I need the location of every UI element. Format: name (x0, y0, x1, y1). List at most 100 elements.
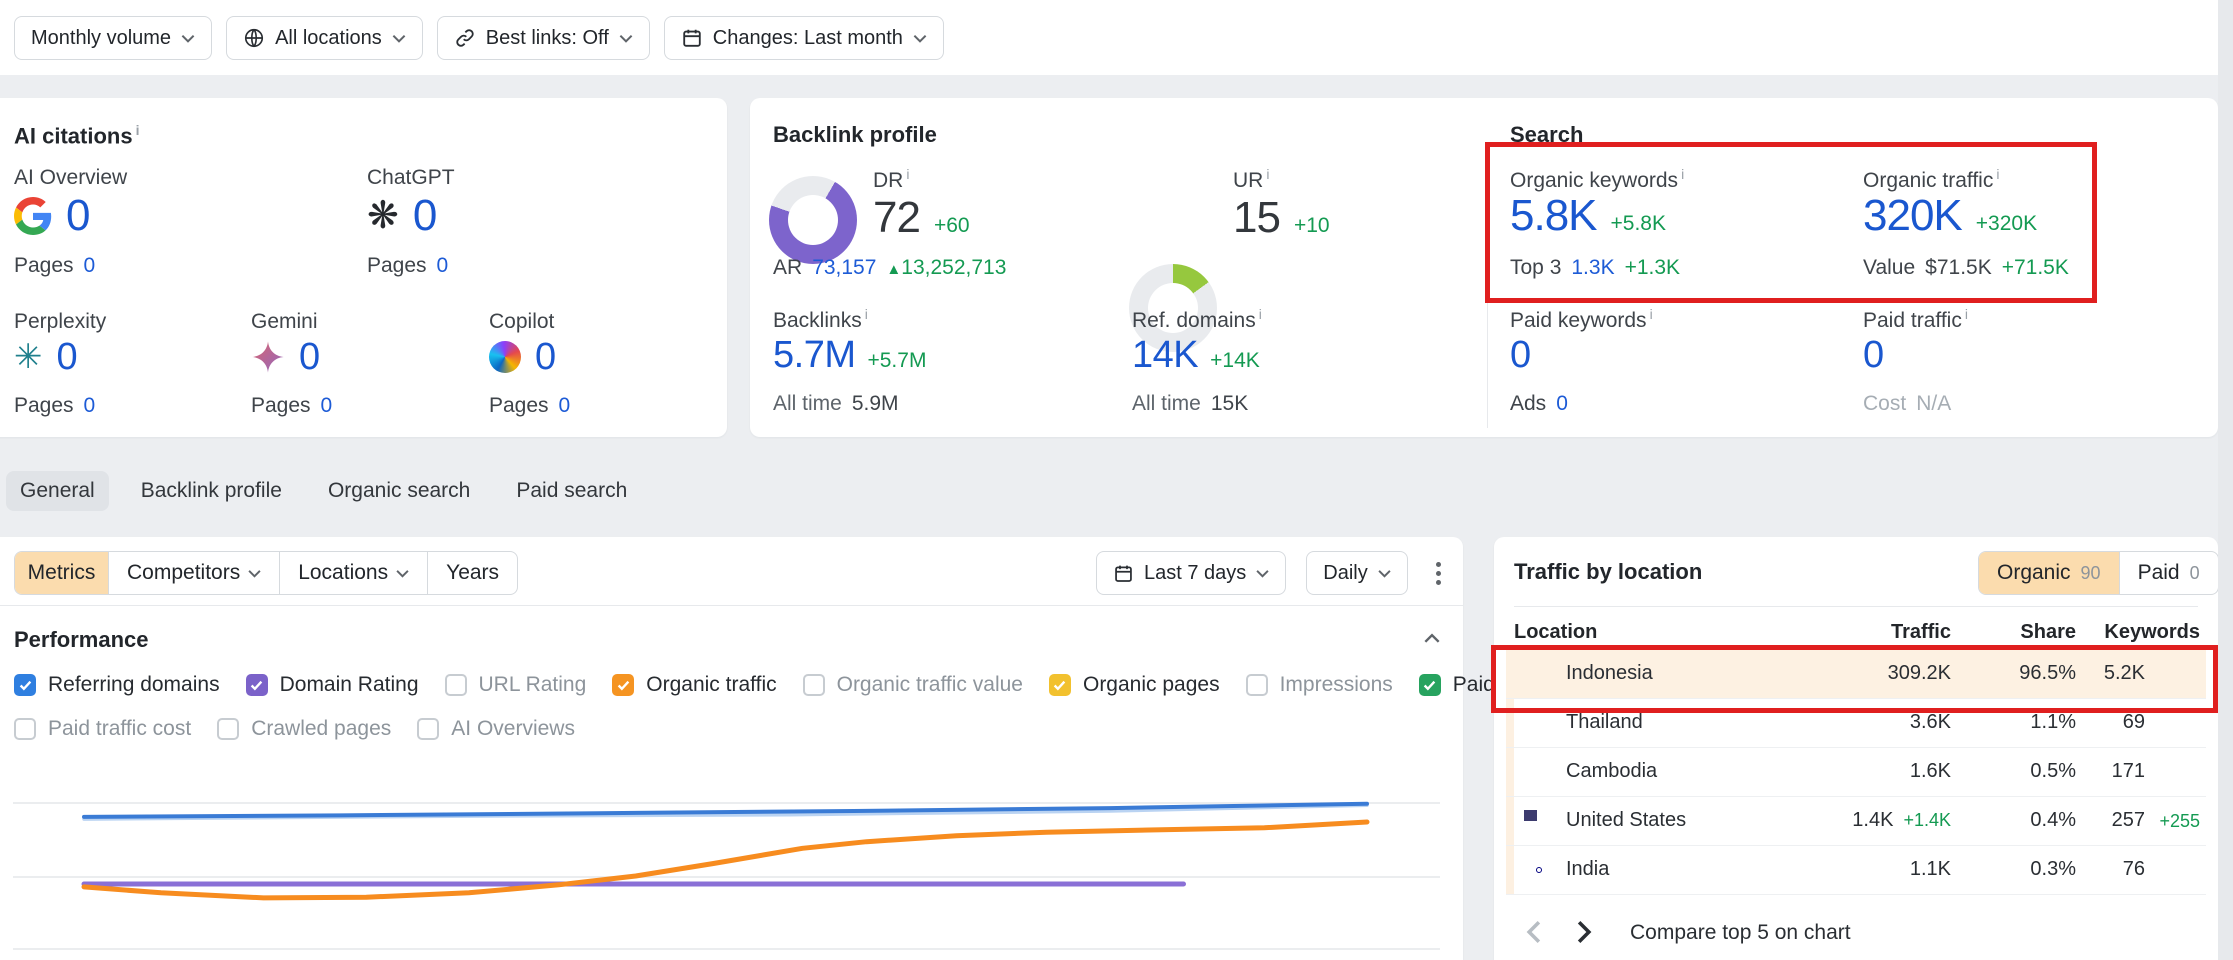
granularity-label: Daily (1323, 562, 1367, 585)
chatgpt-value[interactable]: 0 (413, 194, 436, 238)
ai-overview-pages-value[interactable]: 0 (84, 254, 96, 278)
ref-domains-value[interactable]: 14K (1132, 336, 1198, 374)
pagination-next-chevron-right-icon[interactable] (1574, 919, 1594, 945)
toggle-organic[interactable]: Organic90 (1979, 552, 2120, 594)
organic-traffic-value[interactable]: 320K (1863, 194, 1962, 238)
calendar-icon (681, 27, 703, 49)
ar-label: AR (773, 256, 802, 280)
chevron-down-icon (619, 34, 633, 43)
cost-value: N/A (1916, 392, 1951, 416)
keywords-delta: +255 (2149, 811, 2200, 832)
pages-label: Pages (489, 394, 549, 418)
checkbox-unchecked-icon (1246, 674, 1268, 696)
location-row-united-states[interactable]: United States 1.4K +1.4K 0.4% 257 +255 (1506, 796, 2206, 846)
date-range-dropdown[interactable]: Last 7 days (1096, 551, 1286, 595)
top3-label: Top 3 (1510, 256, 1561, 280)
keywords-cell[interactable]: 257 (2034, 809, 2145, 832)
info-icon[interactable]: i (136, 122, 140, 138)
location-row-thailand[interactable]: Thailand 3.6K 1.1% 69 (1506, 698, 2206, 748)
metric-checkbox-organic-traffic[interactable]: Organic traffic (612, 673, 776, 697)
chatgpt-pages-value[interactable]: 0 (437, 254, 449, 278)
location-row-cambodia[interactable]: Cambodia 1.6K 0.5% 171 (1506, 747, 2206, 797)
traffic-by-location-panel: Traffic by location Organic90 Paid0 Loca… (1494, 537, 2218, 960)
best-links-label: Best links: Off (486, 27, 609, 50)
location-row-india[interactable]: India 1.1K 0.3% 76 (1506, 845, 2206, 895)
info-icon[interactable]: i (906, 166, 909, 182)
best-links-dropdown[interactable]: Best links: Off (437, 16, 650, 60)
info-icon[interactable]: i (1681, 166, 1684, 182)
view-tab-metrics[interactable]: Metrics (15, 552, 109, 594)
checkbox-unchecked-icon (445, 674, 467, 696)
metric-checkbox-crawled-pages[interactable]: Crawled pages (217, 717, 391, 741)
column-header-share[interactable]: Share (1964, 621, 2076, 644)
paid-traffic-value[interactable]: 0 (1863, 336, 1884, 374)
view-tab-competitors[interactable]: Competitors (109, 552, 280, 594)
tab-organic-search[interactable]: Organic search (314, 471, 484, 511)
paid-keywords-value[interactable]: 0 (1510, 336, 1531, 374)
info-icon[interactable]: i (1965, 306, 1968, 322)
chevron-down-icon (396, 569, 409, 578)
info-icon[interactable]: i (865, 306, 868, 322)
ar-delta: ▲13,252,713 (886, 256, 1006, 280)
location-row-indonesia[interactable]: Indonesia 309.2K 96.5% 5.2K (1506, 649, 2206, 699)
locations-dropdown[interactable]: All locations (226, 16, 423, 60)
metric-checkbox-referring-domains[interactable]: Referring domains (14, 673, 220, 697)
organic-keywords-value[interactable]: 5.8K (1510, 194, 1597, 238)
backlinks-label: Backlinksi (773, 306, 868, 333)
view-tab-years[interactable]: Years (428, 552, 517, 594)
info-icon[interactable]: i (1996, 166, 1999, 182)
tab-general[interactable]: General (6, 471, 109, 511)
metric-checkbox-url-rating[interactable]: URL Rating (445, 673, 587, 697)
checkbox-unchecked-icon (417, 718, 439, 740)
column-header-location[interactable]: Location (1514, 621, 1597, 644)
column-header-keywords[interactable]: Keywords (2084, 621, 2200, 644)
perplexity-pages-value[interactable]: 0 (84, 394, 96, 418)
tab-paid-search[interactable]: Paid search (502, 471, 641, 511)
gemini-pages-value[interactable]: 0 (321, 394, 333, 418)
toggle-paid[interactable]: Paid0 (2120, 552, 2218, 594)
copilot-value[interactable]: 0 (535, 338, 556, 376)
granularity-dropdown[interactable]: Daily (1306, 551, 1407, 595)
pages-label: Pages (14, 394, 74, 418)
column-header-traffic[interactable]: Traffic (1794, 621, 1951, 644)
pagination-prev-chevron-left-icon[interactable] (1524, 919, 1544, 945)
info-icon[interactable]: i (1266, 166, 1269, 182)
view-tab-locations[interactable]: Locations (280, 552, 428, 594)
keywords-cell[interactable]: 76 (2034, 858, 2145, 881)
keywords-cell[interactable]: 69 (2034, 711, 2145, 734)
info-icon[interactable]: i (1650, 306, 1653, 322)
backlinks-alltime-label: All time (773, 392, 842, 416)
info-icon[interactable]: i (1259, 306, 1262, 322)
metric-checkbox-domain-rating[interactable]: Domain Rating (246, 673, 419, 697)
compare-top-5-link[interactable]: Compare top 5 on chart (1630, 921, 1851, 945)
ads-value[interactable]: 0 (1556, 392, 1568, 416)
metric-checkbox-paid-traffic-cost[interactable]: Paid traffic cost (14, 717, 191, 741)
locations-label: All locations (275, 27, 382, 50)
page-scrollbar[interactable] (2218, 0, 2233, 960)
metric-checkbox-organic-pages[interactable]: Organic pages (1049, 673, 1220, 697)
copilot-pages-value[interactable]: 0 (559, 394, 571, 418)
backlinks-value[interactable]: 5.7M (773, 336, 855, 374)
search-title: Search (1510, 122, 1583, 148)
ai-overview-value[interactable]: 0 (66, 194, 89, 238)
ai-citations-panel: AI citationsi AI Overview 0 Pages 0 Chat… (0, 98, 727, 437)
more-options-kebab-icon[interactable] (1428, 552, 1449, 595)
tab-backlink-profile[interactable]: Backlink profile (127, 471, 296, 511)
collapse-chevron-up-icon[interactable] (1424, 633, 1440, 644)
changes-dropdown[interactable]: Changes: Last month (664, 16, 944, 60)
keywords-cell[interactable]: 5.2K (2034, 662, 2145, 685)
date-range-label: Last 7 days (1144, 562, 1246, 585)
metric-checkbox-organic-traffic-value[interactable]: Organic traffic value (803, 673, 1023, 697)
monthly-volume-dropdown[interactable]: Monthly volume (14, 16, 212, 60)
top3-value[interactable]: 1.3K (1571, 256, 1614, 280)
domain-rating-donut (769, 176, 857, 264)
perplexity-value[interactable]: 0 (57, 338, 78, 376)
ar-value[interactable]: 73,157 (812, 256, 876, 280)
gemini-value[interactable]: 0 (299, 338, 320, 376)
top3-delta: +1.3K (1625, 256, 1680, 280)
metric-checkbox-ai-overviews[interactable]: AI Overviews (417, 717, 575, 741)
metric-checkbox-impressions[interactable]: Impressions (1246, 673, 1393, 697)
chevron-down-icon (1378, 569, 1391, 578)
location-name: India (1566, 858, 1609, 881)
keywords-cell[interactable]: 171 (2034, 760, 2145, 783)
